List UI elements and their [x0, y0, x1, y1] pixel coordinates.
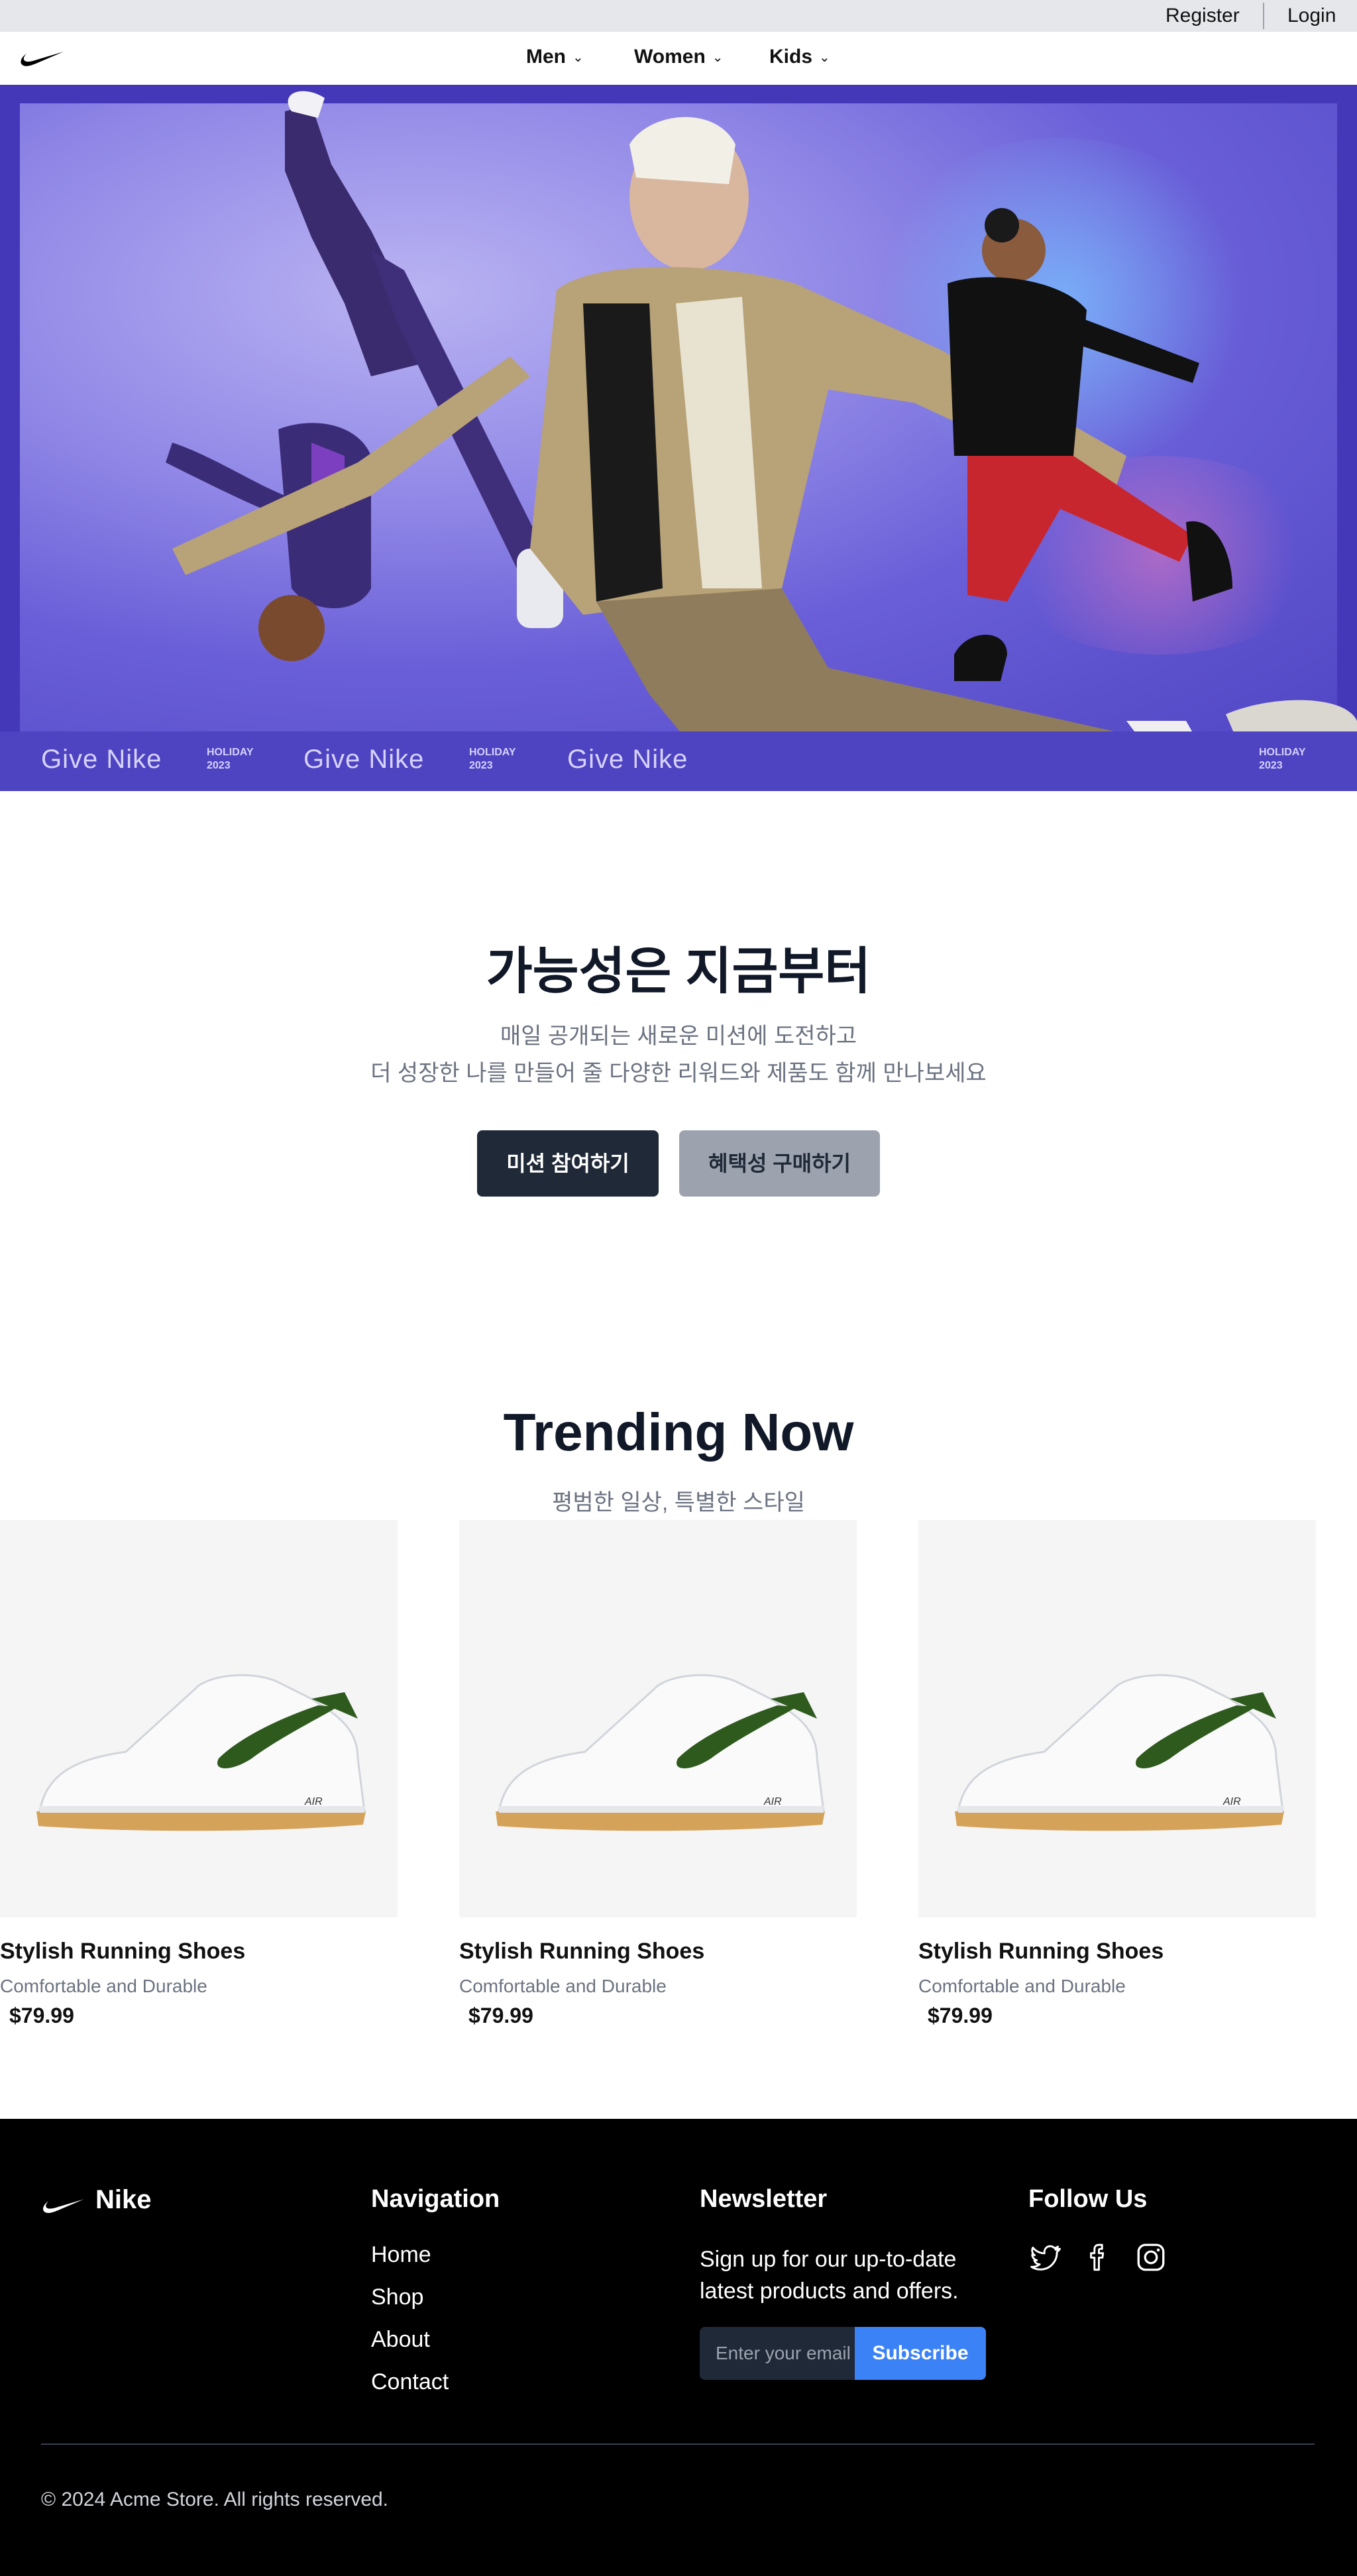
- product-description: Comfortable and Durable: [918, 1976, 1126, 1993]
- svg-text:AIR: AIR: [763, 1796, 782, 1807]
- product-description: Comfortable and Durable: [459, 1976, 667, 1993]
- hero-promo-strip: Give Nike HOLIDAY 2023 Give Nike HOLIDAY 2…: [0, 731, 1357, 791]
- nav-item-label: Kids: [769, 46, 813, 68]
- product-price: $79.99: [928, 2004, 993, 2027]
- promo-holiday: HOLIDAY 2023: [207, 747, 254, 771]
- benefit-purchase-button[interactable]: 혜택성 구매하기: [679, 1130, 880, 1197]
- intro-subtitle-line: 더 성장한 나를 만들어 줄 다양한 리워드와 제품도 함께 만나보세요: [370, 1061, 987, 1086]
- product-image: AIR: [918, 1520, 1316, 1917]
- copyright-text: © 2024 Acme Store. All rights reserved.: [41, 2489, 389, 2510]
- product-card[interactable]: AIR Stylish Running Shoes Comfortable an…: [459, 1520, 857, 2050]
- sneaker-image: AIR: [955, 1674, 1284, 1831]
- footer-link-shop[interactable]: Shop: [371, 2284, 423, 2310]
- promo-holiday: HOLIDAY 2023: [469, 747, 516, 771]
- main-nav: Men ⌄ Women ⌄ Kids ⌄: [0, 32, 1357, 85]
- trending-title: Trending Now: [503, 1403, 854, 1462]
- promo-brand: Give Nike: [41, 745, 162, 774]
- login-link[interactable]: Login: [1287, 0, 1336, 32]
- hero-banner[interactable]: Give Nike HOLIDAY 2023 Give Nike HOLIDAY 2…: [0, 85, 1357, 791]
- intro-title: 가능성은 지금부터: [486, 943, 871, 1000]
- trending-subtitle: 평범한 일상, 특별한 스타일: [552, 1490, 805, 1515]
- nike-logo-icon[interactable]: [20, 44, 65, 70]
- register-link[interactable]: Register: [1166, 0, 1240, 32]
- footer-divider: [41, 2443, 1315, 2445]
- hero-athletes-image: [166, 91, 1357, 791]
- nav-item-label: Men: [526, 46, 566, 68]
- product-name: Stylish Running Shoes: [918, 1939, 1164, 1964]
- instagram-icon[interactable]: [1134, 2241, 1167, 2274]
- footer-navigation-title: Navigation: [371, 2185, 500, 2213]
- product-card[interactable]: AIR Stylish Running Shoes Comfortable an…: [918, 1520, 1316, 2050]
- email-input[interactable]: [700, 2327, 855, 2380]
- product-image: AIR: [0, 1520, 398, 1917]
- newsletter-description: Sign up for our up-to-date latest produc…: [700, 2247, 959, 2304]
- footer-newsletter-title: Newsletter: [700, 2185, 828, 2213]
- promo-brand: Give Nike: [303, 745, 425, 774]
- product-price: $79.99: [468, 2004, 533, 2027]
- chevron-down-icon: ⌄: [712, 50, 724, 65]
- svg-text:AIR: AIR: [1222, 1796, 1241, 1807]
- promo-brand: Give Nike: [567, 745, 688, 774]
- footer-link-about[interactable]: About: [371, 2327, 430, 2353]
- promo-holiday: HOLIDAY 2023: [1259, 747, 1306, 771]
- product-price: $79.99: [9, 2004, 74, 2027]
- nike-logo-icon: [43, 2199, 84, 2214]
- nav-item-kids[interactable]: Kids ⌄: [769, 44, 830, 70]
- utility-bar: Register Login: [0, 0, 1357, 32]
- footer-follow-title: Follow Us: [1028, 2185, 1148, 2213]
- chevron-down-icon: ⌄: [572, 50, 584, 65]
- twitter-icon[interactable]: [1028, 2241, 1061, 2274]
- facebook-icon[interactable]: [1081, 2241, 1114, 2274]
- footer-brand-name: Nike: [95, 2185, 152, 2214]
- product-name: Stylish Running Shoes: [459, 1939, 705, 1964]
- subscribe-button[interactable]: Subscribe: [855, 2327, 986, 2380]
- nav-item-label: Women: [634, 46, 706, 68]
- footer-link-contact[interactable]: Contact: [371, 2369, 449, 2395]
- sneaker-image: AIR: [496, 1674, 825, 1831]
- product-image: AIR: [459, 1520, 857, 1917]
- intro-subtitle-line: 매일 공개되는 새로운 미션에 도전하고: [500, 1024, 857, 1049]
- site-footer: Nike Navigation Home Shop About Contact …: [0, 2119, 1357, 2576]
- join-mission-button[interactable]: 미션 참여하기: [477, 1130, 659, 1197]
- product-card[interactable]: AIR Stylish Running Shoes Comfortable an…: [0, 1520, 398, 2050]
- svg-text:AIR: AIR: [304, 1796, 323, 1807]
- chevron-down-icon: ⌄: [819, 50, 830, 65]
- product-description: Comfortable and Durable: [0, 1976, 207, 1993]
- nav-item-women[interactable]: Women ⌄: [634, 44, 724, 70]
- footer-link-home[interactable]: Home: [371, 2242, 431, 2268]
- sneaker-image: AIR: [36, 1674, 366, 1831]
- utility-divider: [1263, 3, 1264, 29]
- product-name: Stylish Running Shoes: [0, 1939, 246, 1964]
- nav-item-men[interactable]: Men ⌄: [526, 44, 584, 70]
